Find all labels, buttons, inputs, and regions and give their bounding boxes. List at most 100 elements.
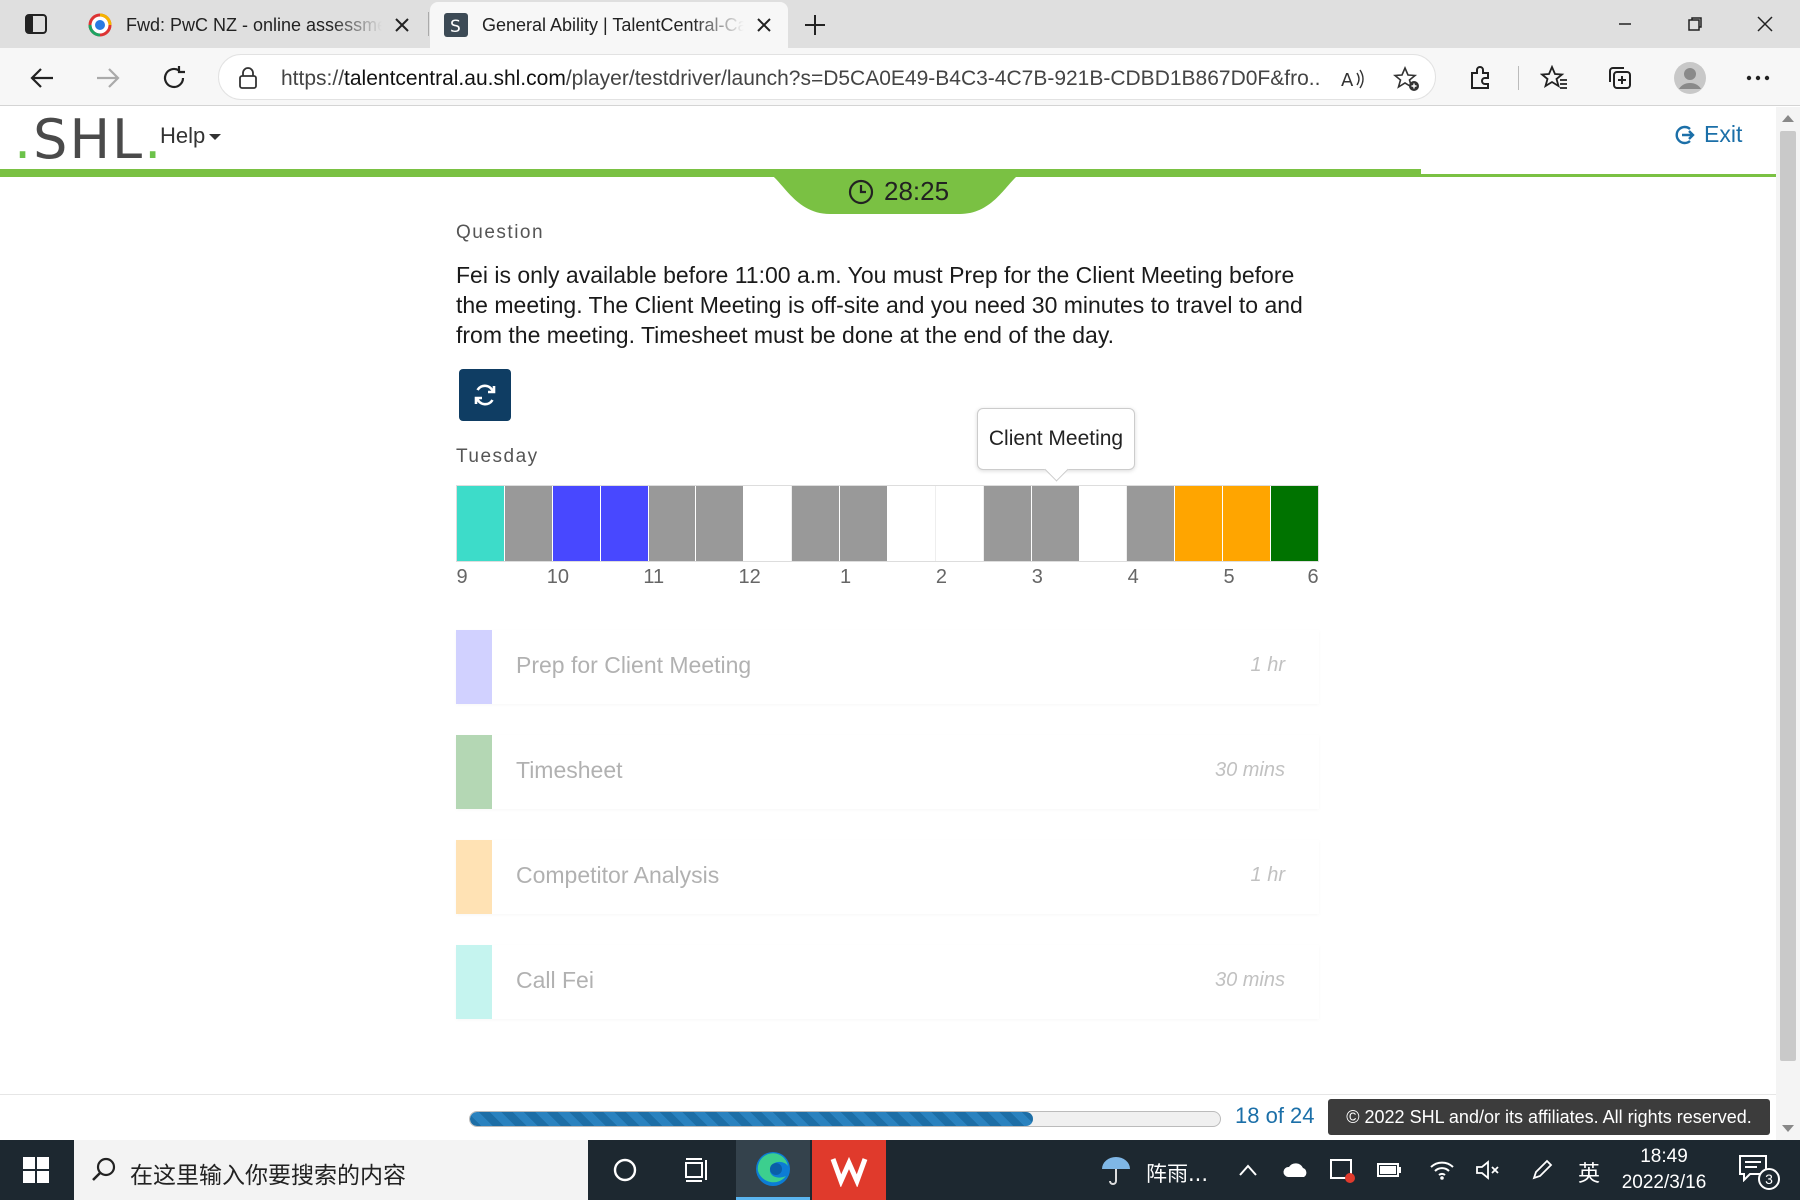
- timeline-slot[interactable]: [457, 486, 505, 561]
- hour-label: 2: [935, 566, 947, 588]
- svg-text:A: A: [1341, 70, 1354, 91]
- back-icon[interactable]: [24, 60, 60, 96]
- exit-label: Exit: [1704, 121, 1743, 147]
- timeline-slot[interactable]: [1271, 486, 1319, 561]
- task-card[interactable]: Timesheet 30 mins: [456, 735, 1319, 809]
- edge-browser-icon[interactable]: [736, 1140, 810, 1200]
- timeline-slot[interactable]: [600, 486, 649, 561]
- timeline-slot[interactable]: [648, 486, 697, 561]
- search-icon: [92, 1157, 116, 1181]
- timeline-slot[interactable]: [935, 486, 984, 561]
- scrollbar-thumb[interactable]: [1780, 131, 1796, 1061]
- task-card[interactable]: Prep for Client Meeting 1 hr: [456, 630, 1319, 704]
- forward-icon[interactable]: [90, 60, 126, 96]
- notification-center-icon[interactable]: 3: [1738, 1154, 1780, 1190]
- collections-icon[interactable]: [1602, 60, 1638, 96]
- close-icon[interactable]: [392, 15, 412, 35]
- add-favorite-icon[interactable]: [1393, 65, 1421, 93]
- timeline-slot[interactable]: [552, 486, 601, 561]
- refresh-icon: [474, 384, 496, 406]
- clock-icon: [848, 179, 874, 204]
- cortana-icon[interactable]: [588, 1140, 662, 1200]
- task-color-swatch: [456, 840, 492, 914]
- url-text[interactable]: https://talentcentral.au.shl.com/player/…: [281, 67, 1321, 91]
- scroll-down-icon[interactable]: [1782, 1125, 1794, 1132]
- hour-label: 11: [643, 566, 665, 588]
- minimize-icon[interactable]: [1608, 8, 1642, 40]
- task-duration: 30 mins: [1214, 759, 1285, 781]
- pen-icon[interactable]: [1506, 1140, 1578, 1200]
- task-color-swatch: [456, 630, 492, 704]
- clock-date: 2022/3/16: [1621, 1172, 1707, 1193]
- timeline-slot[interactable]: [696, 486, 745, 561]
- more-options-icon[interactable]: [1740, 60, 1776, 96]
- hour-label: 12: [738, 566, 761, 588]
- time-progress-fill: [0, 169, 1421, 177]
- refresh-icon[interactable]: [156, 60, 192, 96]
- timeline-slot[interactable]: [1175, 486, 1224, 561]
- close-icon[interactable]: [754, 15, 774, 35]
- toolbar-divider: [1518, 66, 1519, 90]
- address-bar[interactable]: https://talentcentral.au.shl.com/player/…: [218, 54, 1436, 100]
- hour-label: 1: [839, 566, 852, 588]
- hour-axis: 9 10 11 12 1 2 3 4 5 6: [456, 566, 1319, 592]
- timeline-slot[interactable]: [840, 486, 889, 561]
- tab-gmail[interactable]: Fwd: PwC NZ - online assessment: [74, 2, 426, 48]
- weather-text[interactable]: 阵雨...: [1146, 1158, 1208, 1188]
- system-clock[interactable]: 18:49 2022/3/16: [1604, 1144, 1724, 1196]
- tab-actions-icon[interactable]: [14, 10, 58, 38]
- task-view-icon[interactable]: [660, 1140, 734, 1200]
- schedule-timeline[interactable]: [456, 485, 1319, 562]
- question-progress-fill: [470, 1112, 1033, 1126]
- task-name: Timesheet: [516, 757, 623, 783]
- ime-indicator[interactable]: 英: [1578, 1156, 1600, 1188]
- countdown-timer: 28:25: [760, 170, 1030, 214]
- task-card[interactable]: Call Fei 30 mins: [456, 945, 1319, 1019]
- wps-office-icon[interactable]: [812, 1140, 886, 1200]
- timeline-slot[interactable]: [744, 486, 793, 561]
- scroll-up-icon[interactable]: [1782, 115, 1794, 122]
- new-tab-icon[interactable]: [800, 10, 830, 40]
- task-name: Competitor Analysis: [516, 862, 720, 888]
- weather-umbrella-icon[interactable]: [1080, 1140, 1152, 1200]
- page-scrollbar[interactable]: [1776, 107, 1800, 1140]
- timeline-slot[interactable]: [1127, 486, 1176, 561]
- browser-toolbar: https://talentcentral.au.shl.com/player/…: [0, 48, 1800, 106]
- windows-start-icon[interactable]: [0, 1140, 72, 1200]
- hour-label: 9: [456, 566, 468, 588]
- timeline-slot[interactable]: [1031, 486, 1080, 561]
- tab-separator: [428, 12, 429, 36]
- timeline-slot[interactable]: [1223, 486, 1272, 561]
- timeline-slot[interactable]: [1079, 486, 1128, 561]
- task-color-swatch: [456, 735, 492, 809]
- exit-button[interactable]: Exit: [1672, 121, 1742, 148]
- reset-button[interactable]: [459, 369, 511, 421]
- hour-label: 4: [1127, 566, 1139, 588]
- caret-down-icon: [209, 134, 222, 141]
- browser-tab-bar: Fwd: PwC NZ - online assessment S Genera…: [0, 0, 1800, 48]
- help-menu[interactable]: Help: [160, 123, 222, 149]
- tab-talentcentral[interactable]: S General Ability | TalentCentral-Candid…: [430, 2, 788, 48]
- restore-icon[interactable]: [1678, 8, 1712, 40]
- question-counter: 18 of 24: [1235, 1103, 1315, 1128]
- task-card[interactable]: Competitor Analysis 1 hr: [456, 840, 1319, 914]
- lock-icon[interactable]: [237, 67, 259, 89]
- windows-taskbar: 在这里输入你要搜索的内容 阵雨... 英 18:49 2022/3/16 3: [0, 1140, 1800, 1200]
- taskbar-search-box[interactable]: 在这里输入你要搜索的内容: [74, 1140, 588, 1200]
- tab-title: Fwd: PwC NZ - online assessment: [126, 14, 382, 35]
- timeline-slot[interactable]: [792, 486, 841, 561]
- timeline-slot[interactable]: [983, 486, 1032, 561]
- favorites-icon[interactable]: [1536, 60, 1572, 96]
- window-close-icon[interactable]: [1748, 8, 1782, 40]
- svg-text:S: S: [450, 17, 461, 37]
- copyright-notice: © 2022 SHL and/or its affiliates. All ri…: [1328, 1099, 1770, 1135]
- extensions-icon[interactable]: [1462, 60, 1498, 96]
- timeline-slot[interactable]: [888, 486, 936, 561]
- app-header: .SHL. Help Exit: [0, 107, 1776, 171]
- read-aloud-icon[interactable]: A: [1339, 65, 1367, 93]
- task-name: Prep for Client Meeting: [516, 652, 752, 678]
- timeline-slot[interactable]: [504, 486, 553, 561]
- profile-avatar[interactable]: [1670, 58, 1710, 98]
- notification-count: 3: [1758, 1168, 1780, 1190]
- logo-text: SHL: [33, 108, 145, 171]
